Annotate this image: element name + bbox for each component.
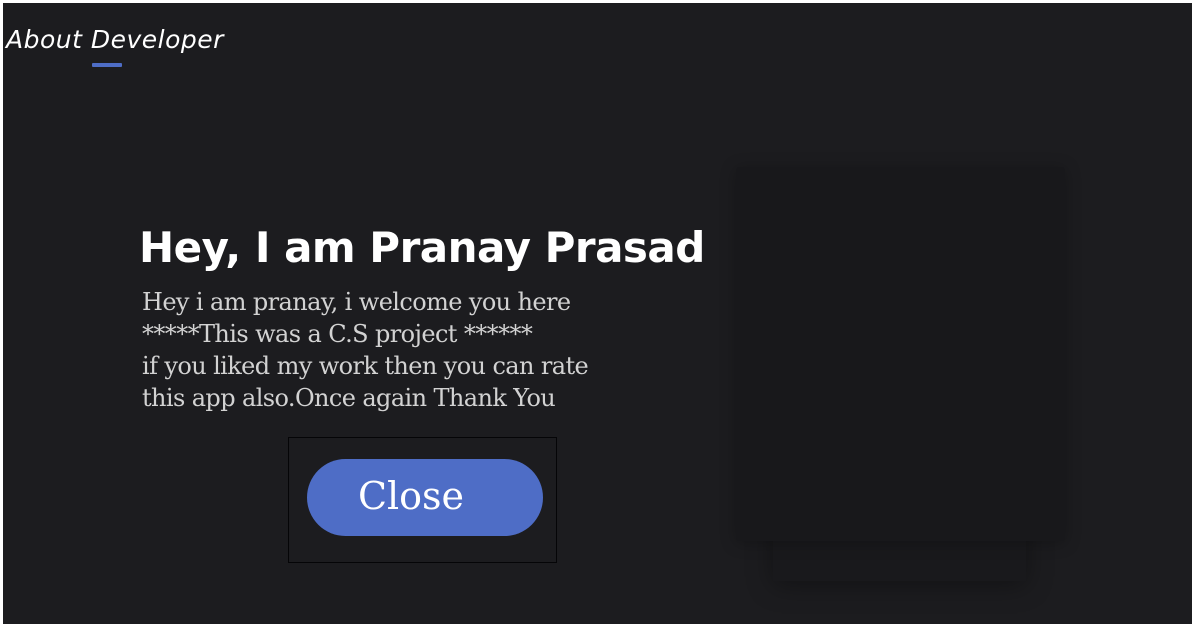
close-button-frame: Close [288, 437, 557, 563]
about-developer-window: About Developer Hey, I am Pranay Prasad … [3, 3, 1192, 624]
window-title: About Developer [6, 25, 224, 54]
developer-heading: Hey, I am Pranay Prasad [139, 223, 705, 272]
close-button[interactable]: Close [307, 459, 543, 536]
welcome-message: Hey i am pranay, i welcome you here ****… [142, 288, 589, 412]
title-underline [92, 63, 122, 67]
decorative-panel-front [736, 167, 1065, 541]
